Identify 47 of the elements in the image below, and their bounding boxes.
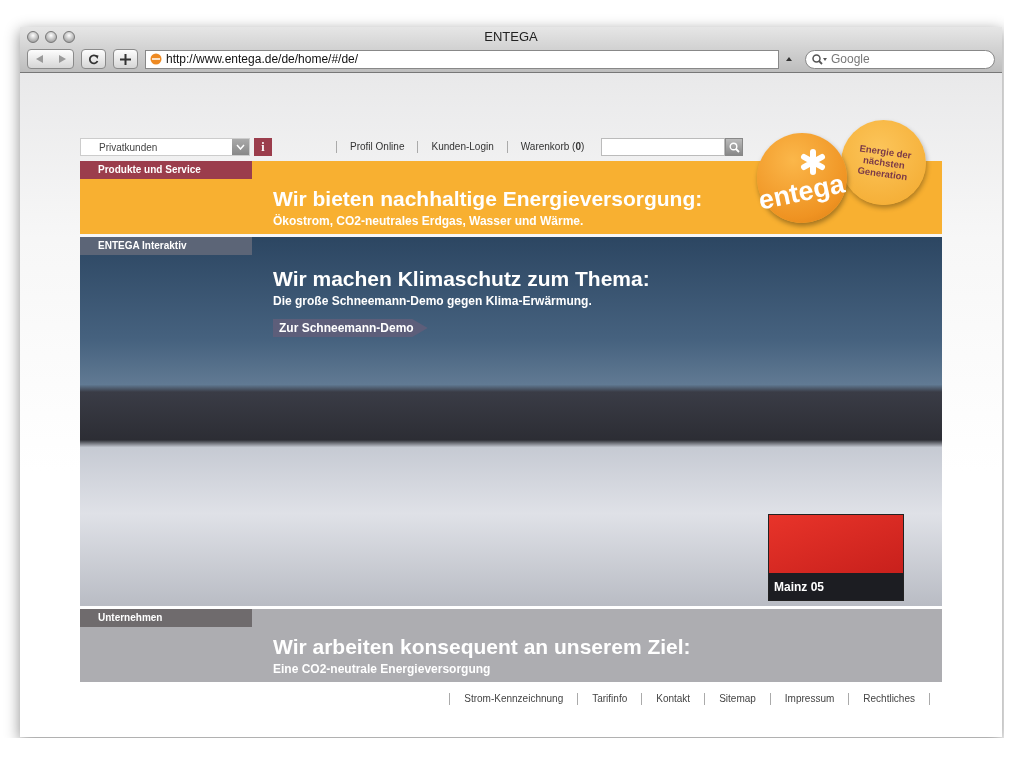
section-tab[interactable]: ENTEGA Interaktiv: [80, 237, 252, 255]
footer-link[interactable]: Rechtliches: [848, 693, 930, 705]
back-forward-button[interactable]: [27, 49, 74, 69]
site-search-field[interactable]: [601, 138, 726, 156]
header-link[interactable]: Kunden-Login: [417, 141, 507, 153]
address-field[interactable]: http://www.entega.de/de/home/#/de/: [145, 49, 779, 69]
site-favicon-icon: [150, 53, 162, 65]
reload-icon: [88, 53, 99, 65]
window-title: ENTEGA: [484, 29, 538, 44]
teaser-card[interactable]: Mainz 05: [768, 514, 904, 601]
add-bookmark-button[interactable]: [113, 49, 138, 69]
section-tab[interactable]: Unternehmen: [80, 609, 252, 627]
teaser-caption: Mainz 05: [773, 579, 825, 594]
search-icon: [812, 53, 828, 65]
footer-link[interactable]: Strom-Kennzeichnung: [449, 693, 578, 705]
section-headline: Wir arbeiten konsequent an unserem Ziel:: [273, 635, 691, 659]
section-headline: Wir bieten nachhaltige Energieversorgung:: [273, 187, 703, 211]
logo-wordmark: entega: [756, 167, 848, 217]
demo-link[interactable]: Zur Schneemann-Demo: [273, 319, 428, 337]
url-text: http://www.entega.de/de/home/#/de/: [166, 52, 359, 66]
section-headline: Wir machen Klimaschutz zum Thema:: [273, 267, 650, 291]
caret-icon: [786, 56, 792, 62]
back-forward-arrows-icon: [34, 54, 67, 64]
plus-icon: [120, 53, 131, 65]
search-field[interactable]: Google: [805, 49, 995, 69]
dropdown-value: Privatkunden: [99, 141, 158, 153]
slogan-text: Energie der nächsten Generation: [855, 142, 913, 183]
chevron-down-icon: [236, 144, 245, 150]
section-tab[interactable]: Produkte und Service: [80, 161, 252, 179]
footer-link[interactable]: Tarifinfo: [577, 693, 642, 705]
footer-link[interactable]: Impressum: [769, 693, 849, 705]
reload-button[interactable]: [81, 49, 106, 69]
header-link[interactable]: Profil Online: [336, 141, 418, 153]
window-close-button[interactable]: [27, 30, 39, 43]
customer-dropdown[interactable]: Privatkunden: [80, 138, 250, 156]
footer-link[interactable]: Kontakt: [641, 693, 705, 705]
search-icon: [728, 141, 740, 153]
section-subline: Die große Schneemann-Demo gegen Klima-Erwärmung.: [273, 294, 592, 308]
header-link[interactable]: Warenkorb (0): [506, 141, 598, 153]
asterisk-icon: [800, 148, 826, 175]
section-subline: Ökostrom, CO2-neutrales Erdgas, Wasser und Wärme.: [273, 214, 584, 228]
info-button[interactable]: i: [254, 138, 272, 156]
footer-link[interactable]: Sitemap: [704, 693, 770, 705]
window-zoom-button[interactable]: [63, 30, 75, 43]
search-button[interactable]: [725, 138, 744, 156]
section-subline: Eine CO2-neutrale Energieversorgung: [273, 662, 491, 676]
window-minimize-button[interactable]: [45, 30, 57, 43]
